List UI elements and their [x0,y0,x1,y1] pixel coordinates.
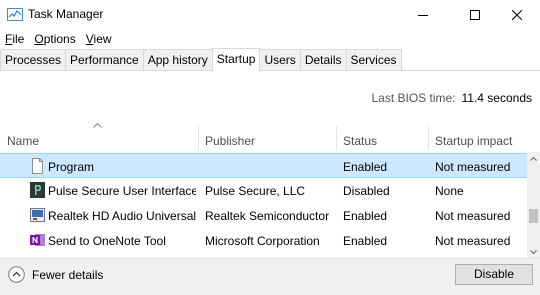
close-icon [512,9,522,20]
row-impact: Not measured [435,234,511,248]
column-header-startup-impact[interactable]: Startup impact [435,134,512,148]
tab-users[interactable]: Users [259,49,301,70]
row-impact: Not measured [435,209,511,223]
window-title: Task Manager [28,7,104,21]
row-publisher: Pulse Secure, LLC [205,184,306,198]
startup-panel: Last BIOS time: 11.4 seconds Name Publish… [0,71,540,258]
table-row[interactable]: Program Enabled Not measured [0,153,527,178]
row-name: Pulse Secure User Interface [48,184,196,198]
minimize-icon [418,14,428,16]
realtek-audio-icon [30,208,45,222]
tab-processes[interactable]: Processes [0,49,67,70]
tab-services[interactable]: Services [345,49,402,70]
menu-options[interactable]: Options [29,29,80,49]
chevron-up-circle-icon [8,266,25,283]
minimize-button[interactable] [400,0,446,29]
row-name: Send to OneNote Tool [48,234,166,248]
bios-time: Last BIOS time: 11.4 seconds [371,91,532,105]
blank-file-icon [32,158,43,174]
row-publisher: Microsoft Corporation [205,234,320,248]
onenote-icon [30,234,45,246]
row-status: Disabled [343,184,390,198]
row-impact: None [435,184,464,198]
sort-ascending-icon[interactable] [93,123,102,128]
column-header-status[interactable]: Status [343,134,377,148]
row-status: Enabled [343,234,388,248]
scrollbar-thumb[interactable] [529,209,538,223]
fewer-details-link[interactable]: Fewer details [8,266,103,283]
close-button[interactable] [494,0,540,29]
row-name: Realtek HD Audio Universal ... [48,209,196,223]
column-divider[interactable] [198,126,199,150]
column-divider[interactable] [336,126,337,150]
menu-view[interactable]: View [81,29,117,49]
bios-time-value: 11.4 seconds [461,91,533,105]
column-divider[interactable] [428,126,429,150]
row-status: Enabled [343,160,388,174]
scroll-down-button[interactable] [527,245,540,258]
task-manager-icon [7,8,23,21]
column-header-publisher[interactable]: Publisher [205,134,255,148]
column-header-name[interactable]: Name [7,134,39,148]
table-row[interactable]: Realtek HD Audio Universal ... Realtek S… [0,203,527,228]
row-name: Program [48,160,95,174]
vertical-scrollbar[interactable] [527,152,540,258]
scroll-up-button[interactable] [527,152,540,165]
tab-details[interactable]: Details [299,49,347,70]
row-impact: Not measured [435,160,511,174]
title-bar: Task Manager [0,0,540,29]
tab-app-history[interactable]: App history [142,49,213,70]
tab-performance[interactable]: Performance [65,49,144,70]
row-status: Enabled [343,209,388,223]
disable-button[interactable]: Disable [455,264,533,285]
pulse-secure-icon [30,182,45,198]
menu-bar: File Options View [0,29,117,49]
maximize-icon [470,9,480,20]
fewer-details-label: Fewer details [32,267,104,282]
startup-list: Program Enabled Not measured Pulse Secur… [0,153,527,256]
chevron-up-icon [530,156,537,161]
menu-file[interactable]: File [0,29,29,49]
footer-bar: Fewer details Disable [0,258,540,295]
tab-startup[interactable]: Startup [211,48,261,71]
chevron-down-icon [530,249,537,254]
table-row[interactable]: Send to OneNote Tool Microsoft Corporati… [0,228,527,253]
bios-time-label: Last BIOS time: [371,91,456,105]
maximize-button[interactable] [452,0,498,29]
row-publisher: Realtek Semiconductor [205,209,330,223]
tab-strip: Processes Performance App history Startu… [0,48,540,71]
table-row[interactable]: Pulse Secure User Interface Pulse Secure… [0,178,527,203]
